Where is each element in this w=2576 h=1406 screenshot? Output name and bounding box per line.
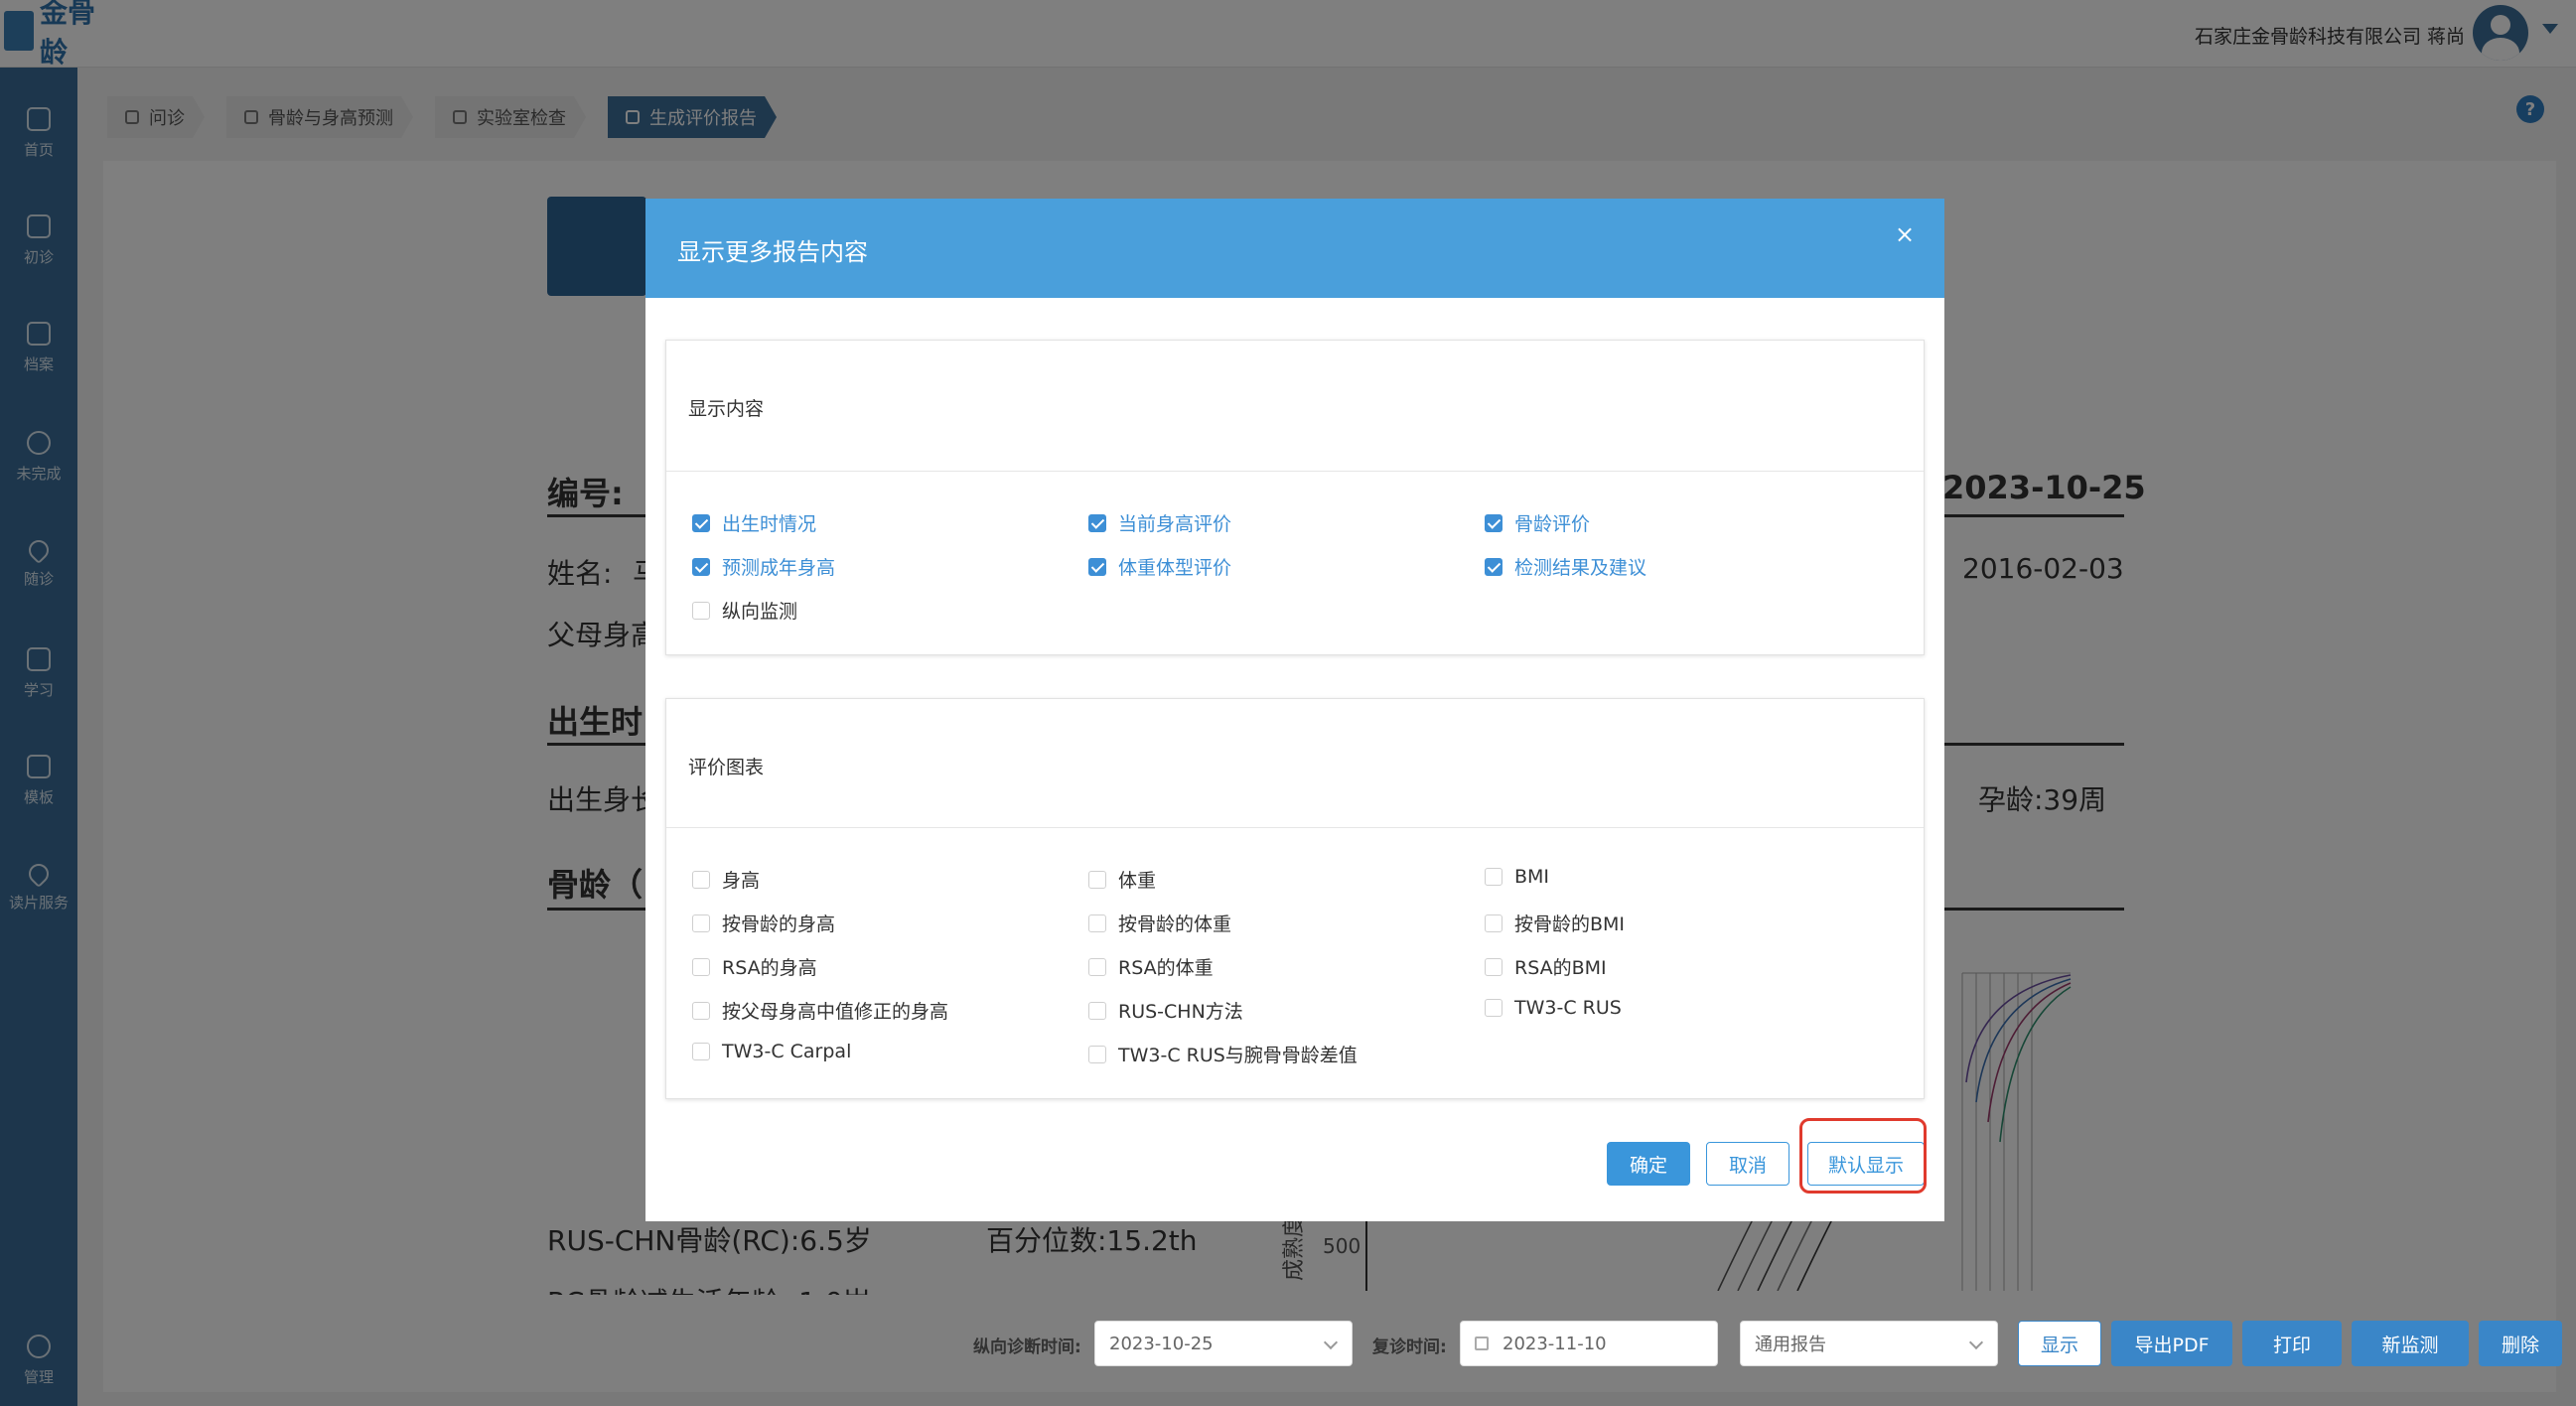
option-label: 体重体型评价	[1118, 557, 1232, 579]
option-label: RUS-CHN方法	[1118, 1001, 1243, 1023]
option-results-advice[interactable]: 检测结果及建议	[1485, 553, 1646, 580]
option-height-eval[interactable]: 当前身高评价	[1088, 509, 1231, 536]
export-pdf-button[interactable]: 导出PDF	[2111, 1321, 2232, 1366]
option-label: BMI	[1514, 866, 1550, 888]
option-label: 按父母身高中值修正的身高	[722, 1001, 949, 1023]
option-label: 出生时情况	[722, 513, 817, 535]
chevron-down-icon	[1968, 1335, 1984, 1350]
checkbox[interactable]	[1485, 513, 1503, 532]
option-tw3c-rus-carpal-diff[interactable]: TW3-C RUS与腕骨骨龄差值	[1088, 1041, 1358, 1067]
checkbox[interactable]	[1088, 513, 1106, 532]
option-label: 按骨龄的BMI	[1514, 914, 1626, 935]
report-type-select[interactable]: 通用报告	[1740, 1321, 1998, 1366]
print-button[interactable]: 打印	[2242, 1321, 2342, 1366]
option-weight-by-bone-age[interactable]: 按骨龄的体重	[1088, 910, 1231, 936]
option-tw3c-carpal[interactable]: TW3-C Carpal	[692, 1041, 851, 1062]
option-label: 身高	[722, 870, 761, 892]
option-label: TW3-C RUS	[1514, 997, 1622, 1019]
report-options-dialog: 显示更多报告内容 × 显示内容 出生时情况 当前身高评价 骨龄评价 预测成年身高…	[645, 199, 1944, 1221]
display-content-panel: 显示内容 出生时情况 当前身高评价 骨龄评价 预测成年身高 体重体型评价 检测结…	[665, 340, 1925, 655]
option-label: 按骨龄的身高	[722, 914, 836, 935]
option-weight[interactable]: 体重	[1088, 866, 1156, 893]
bottom-toolbar: 纵向诊断时间: 2023-10-25 复诊时间: 2023-11-10 通用报告…	[77, 1309, 2562, 1382]
panel-header: 评价图表	[666, 699, 1924, 828]
panel-title: 显示内容	[688, 398, 765, 420]
checkbox[interactable]	[692, 914, 710, 932]
option-tw3c-rus[interactable]: TW3-C RUS	[1485, 997, 1622, 1019]
option-label: RSA的体重	[1118, 957, 1214, 979]
option-height[interactable]: 身高	[692, 866, 760, 893]
panel-header: 显示内容	[666, 341, 1924, 472]
option-predicted-height[interactable]: 预测成年身高	[692, 553, 835, 580]
close-icon[interactable]: ×	[1893, 222, 1917, 246]
checkbox[interactable]	[1485, 914, 1503, 932]
option-mid-parental-height[interactable]: 按父母身高中值修正的身高	[692, 997, 948, 1024]
option-label: 骨龄评价	[1514, 513, 1591, 535]
confirm-button[interactable]: 确定	[1607, 1142, 1690, 1186]
checkbox[interactable]	[692, 957, 710, 976]
option-birth-info[interactable]: 出生时情况	[692, 509, 816, 536]
checkbox[interactable]	[692, 601, 710, 620]
followup-diag-select[interactable]: 2023-10-25	[1094, 1321, 1353, 1366]
dialog-title: 显示更多报告内容	[677, 238, 868, 266]
option-rsa-height[interactable]: RSA的身高	[692, 953, 817, 980]
checkbox[interactable]	[1485, 957, 1503, 976]
revisit-value: 2023-11-10	[1503, 1333, 1607, 1354]
revisit-date-input[interactable]: 2023-11-10	[1460, 1321, 1718, 1366]
option-label: 检测结果及建议	[1514, 557, 1647, 579]
checkbox[interactable]	[692, 557, 710, 576]
show-button[interactable]: 显示	[2018, 1321, 2101, 1366]
report-type-value: 通用报告	[1755, 1335, 1826, 1355]
checkbox[interactable]	[692, 513, 710, 532]
checkbox[interactable]	[1088, 1045, 1106, 1063]
option-rsa-bmi[interactable]: RSA的BMI	[1485, 953, 1607, 980]
checkbox[interactable]	[692, 1043, 710, 1060]
checkbox[interactable]	[1088, 957, 1106, 976]
checkbox[interactable]	[1088, 914, 1106, 932]
option-label: 预测成年身高	[722, 557, 836, 579]
followup-diag-label: 纵向诊断时间:	[973, 1337, 1081, 1357]
followup-diag-value: 2023-10-25	[1109, 1333, 1214, 1354]
option-bmi-by-bone-age[interactable]: 按骨龄的BMI	[1485, 910, 1625, 936]
option-height-by-bone-age[interactable]: 按骨龄的身高	[692, 910, 835, 936]
option-label: TW3-C RUS与腕骨骨龄差值	[1118, 1045, 1358, 1066]
option-label: TW3-C Carpal	[722, 1041, 852, 1062]
new-monitor-button[interactable]: 新监测	[2352, 1321, 2469, 1366]
checkbox[interactable]	[1485, 557, 1503, 576]
checkbox[interactable]	[1088, 557, 1106, 576]
highlight-box	[1799, 1118, 1927, 1194]
chevron-down-icon	[1323, 1335, 1339, 1350]
checkbox[interactable]	[1088, 1001, 1106, 1020]
calendar-icon	[1475, 1336, 1489, 1350]
option-weight-eval[interactable]: 体重体型评价	[1088, 553, 1231, 580]
delete-button[interactable]: 删除	[2479, 1321, 2562, 1366]
option-label: 体重	[1118, 870, 1157, 892]
checkbox[interactable]	[692, 1001, 710, 1020]
option-label: 按骨龄的体重	[1118, 914, 1232, 935]
option-label: RSA的BMI	[1514, 957, 1607, 979]
option-label: RSA的身高	[722, 957, 817, 979]
checkbox[interactable]	[1485, 868, 1503, 886]
option-rsa-weight[interactable]: RSA的体重	[1088, 953, 1214, 980]
cancel-button[interactable]: 取消	[1706, 1142, 1789, 1186]
option-label: 纵向监测	[722, 601, 798, 623]
option-longitudinal[interactable]: 纵向监测	[692, 597, 797, 624]
option-label: 当前身高评价	[1118, 513, 1232, 535]
panel-title: 评价图表	[688, 757, 765, 778]
evaluation-charts-panel: 评价图表 身高 体重 BMI 按骨龄的身高 按骨龄的体重 按骨龄的BMI RSA…	[665, 698, 1925, 1099]
checkbox[interactable]	[1088, 870, 1106, 889]
option-bone-age-eval[interactable]: 骨龄评价	[1485, 509, 1590, 536]
revisit-label: 复诊时间:	[1372, 1337, 1447, 1357]
option-rus-chn[interactable]: RUS-CHN方法	[1088, 997, 1243, 1024]
option-bmi[interactable]: BMI	[1485, 866, 1549, 888]
checkbox[interactable]	[692, 870, 710, 889]
dialog-header: 显示更多报告内容 ×	[645, 199, 1944, 298]
checkbox[interactable]	[1485, 999, 1503, 1017]
